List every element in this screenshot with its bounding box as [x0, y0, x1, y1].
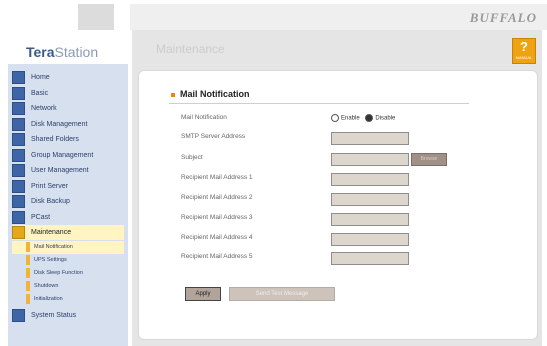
sidebar-item-disk-management[interactable]: Disk Management: [12, 117, 124, 132]
field-label: Recipient Mail Address 2: [181, 194, 253, 201]
sidebar-item-label: Network: [31, 105, 57, 112]
sidebar-item-home[interactable]: Home: [12, 70, 124, 85]
sidebar-item-pcast[interactable]: PCast: [12, 210, 124, 225]
apply-button[interactable]: Apply: [185, 287, 221, 301]
recipient-1-input[interactable]: [331, 173, 409, 186]
disk-icon: [12, 117, 25, 131]
sidebar-subitem-label: Mail Notification: [34, 244, 73, 250]
sidebar-item-print-server[interactable]: Print Server: [12, 179, 124, 194]
sidebar: Home Basic Network Disk Management Share…: [8, 64, 128, 346]
disable-radio[interactable]: [365, 114, 374, 122]
field-label: Recipient Mail Address 3: [181, 214, 253, 221]
sidebar-item-label: Print Server: [31, 182, 68, 190]
smtp-row: SMTP Server Address: [181, 132, 501, 146]
subitem-marker: [26, 242, 30, 252]
recipient-2-input[interactable]: [331, 193, 409, 206]
field-label: SMTP Server Address: [181, 133, 246, 140]
sidebar-item-user-management[interactable]: User Management: [12, 163, 124, 178]
mail-notification-row: Mail Notification Enable Disable: [181, 113, 501, 127]
sidebar-item-label: Basic: [31, 89, 49, 97]
subitem-marker: [26, 281, 30, 291]
disable-label: Disable: [375, 115, 396, 122]
basic-icon: [12, 86, 25, 100]
sidebar-item-shared-folders[interactable]: Shared Folders: [12, 132, 124, 147]
sidebar-item-label: Shared Folders: [31, 136, 79, 143]
sidebar-subitem-label: UPS Settings: [34, 257, 67, 263]
subject-row: Subject Browse: [181, 153, 501, 167]
folder-icon: [12, 133, 25, 146]
recipient-3-input[interactable]: [331, 213, 409, 226]
help-button[interactable]: ? MANUAL: [512, 38, 536, 64]
sidebar-item-group-management[interactable]: Group Management: [12, 148, 124, 163]
sidebar-subitem-mail-notification[interactable]: Mail Notification: [12, 240, 124, 254]
sidebar-subitem-label: Initialization: [34, 296, 63, 302]
recipient-5-input[interactable]: [331, 252, 409, 265]
field-label: Recipient Mail Address 4: [181, 234, 253, 241]
sidebar-item-maintenance[interactable]: Maintenance: [12, 225, 124, 240]
logo-station: Station: [54, 44, 99, 60]
sidebar-item-label: Disk Management: [31, 120, 88, 128]
subitem-marker: [26, 294, 30, 304]
sidebar-subitem-ups-settings[interactable]: UPS Settings: [12, 254, 124, 267]
buffalo-logo: BUFFALO: [469, 10, 537, 25]
field-label: Recipient Mail Address 5: [181, 253, 253, 260]
header-decoration: [78, 4, 114, 30]
sidebar-item-disk-backup[interactable]: Disk Backup: [12, 194, 124, 209]
subitem-marker: [26, 255, 30, 265]
sidebar-item-basic[interactable]: Basic: [12, 86, 124, 101]
recipient-4-input[interactable]: [331, 233, 409, 246]
field-label: Recipient Mail Address 1: [181, 174, 253, 181]
pcast-icon: [12, 210, 25, 224]
sidebar-item-label: Home: [31, 74, 50, 81]
logo-tera: Tera: [26, 44, 55, 60]
field-label: Mail Notification: [181, 114, 227, 121]
backup-icon: [12, 195, 25, 208]
terastation-logo: TeraStation: [26, 44, 98, 60]
recipient-row: Recipient Mail Address 3: [181, 213, 501, 227]
section-title-text: Mail Notification: [180, 89, 250, 99]
sidebar-item-label: Maintenance: [31, 229, 72, 236]
group-icon: [12, 148, 25, 162]
sidebar-item-network[interactable]: Network: [12, 101, 124, 116]
top-bar: BUFFALO: [0, 0, 547, 30]
notification-radio-group: Enable Disable: [331, 114, 395, 122]
main-content: Maintenance ? MANUAL Mail Notification M…: [132, 30, 542, 346]
help-label: MANUAL: [515, 55, 533, 60]
recipient-row: Recipient Mail Address 4: [181, 233, 501, 247]
status-icon: [12, 308, 25, 322]
subject-input[interactable]: [331, 153, 409, 166]
network-icon: [12, 102, 25, 115]
sidebar-item-system-status[interactable]: System Status: [12, 308, 124, 323]
recipient-row: Recipient Mail Address 1: [181, 173, 501, 187]
subitem-marker: [26, 268, 30, 278]
bullet-icon: [171, 92, 175, 97]
recipient-row: Recipient Mail Address 2: [181, 193, 501, 207]
wrench-icon: [12, 226, 25, 239]
section-divider: [169, 103, 469, 104]
recipient-row: Recipient Mail Address 5: [181, 252, 501, 266]
enable-radio[interactable]: [331, 114, 339, 122]
sidebar-subitem-label: Disk Sleep Function: [34, 270, 83, 276]
sidebar-subitem-label: Shutdown: [34, 283, 59, 289]
home-icon: [12, 71, 25, 84]
sidebar-item-label: Disk Backup: [31, 198, 70, 205]
sidebar-item-label: System Status: [31, 311, 77, 319]
smtp-server-input[interactable]: [331, 132, 409, 145]
sidebar-subitem-disk-sleep[interactable]: Disk Sleep Function: [12, 267, 124, 280]
enable-label: Enable: [341, 115, 360, 122]
sidebar-item-label: PCast: [31, 213, 51, 221]
field-label: Subject: [181, 154, 203, 161]
help-icon: ?: [520, 39, 528, 54]
page-title: Maintenance: [156, 42, 225, 56]
user-icon: [12, 164, 25, 177]
sidebar-item-label: Group Management: [31, 151, 94, 159]
sidebar-item-label: User Management: [31, 167, 89, 174]
browse-button[interactable]: Browse: [411, 153, 447, 166]
send-test-button[interactable]: Send Test Message: [229, 287, 335, 301]
mail-notification-panel: Mail Notification Mail Notification Enab…: [138, 70, 538, 340]
sidebar-subitem-shutdown[interactable]: Shutdown: [12, 280, 124, 293]
section-title: Mail Notification: [171, 89, 250, 99]
sidebar-subitem-initialization[interactable]: Initialization: [12, 293, 124, 306]
printer-icon: [12, 179, 25, 193]
